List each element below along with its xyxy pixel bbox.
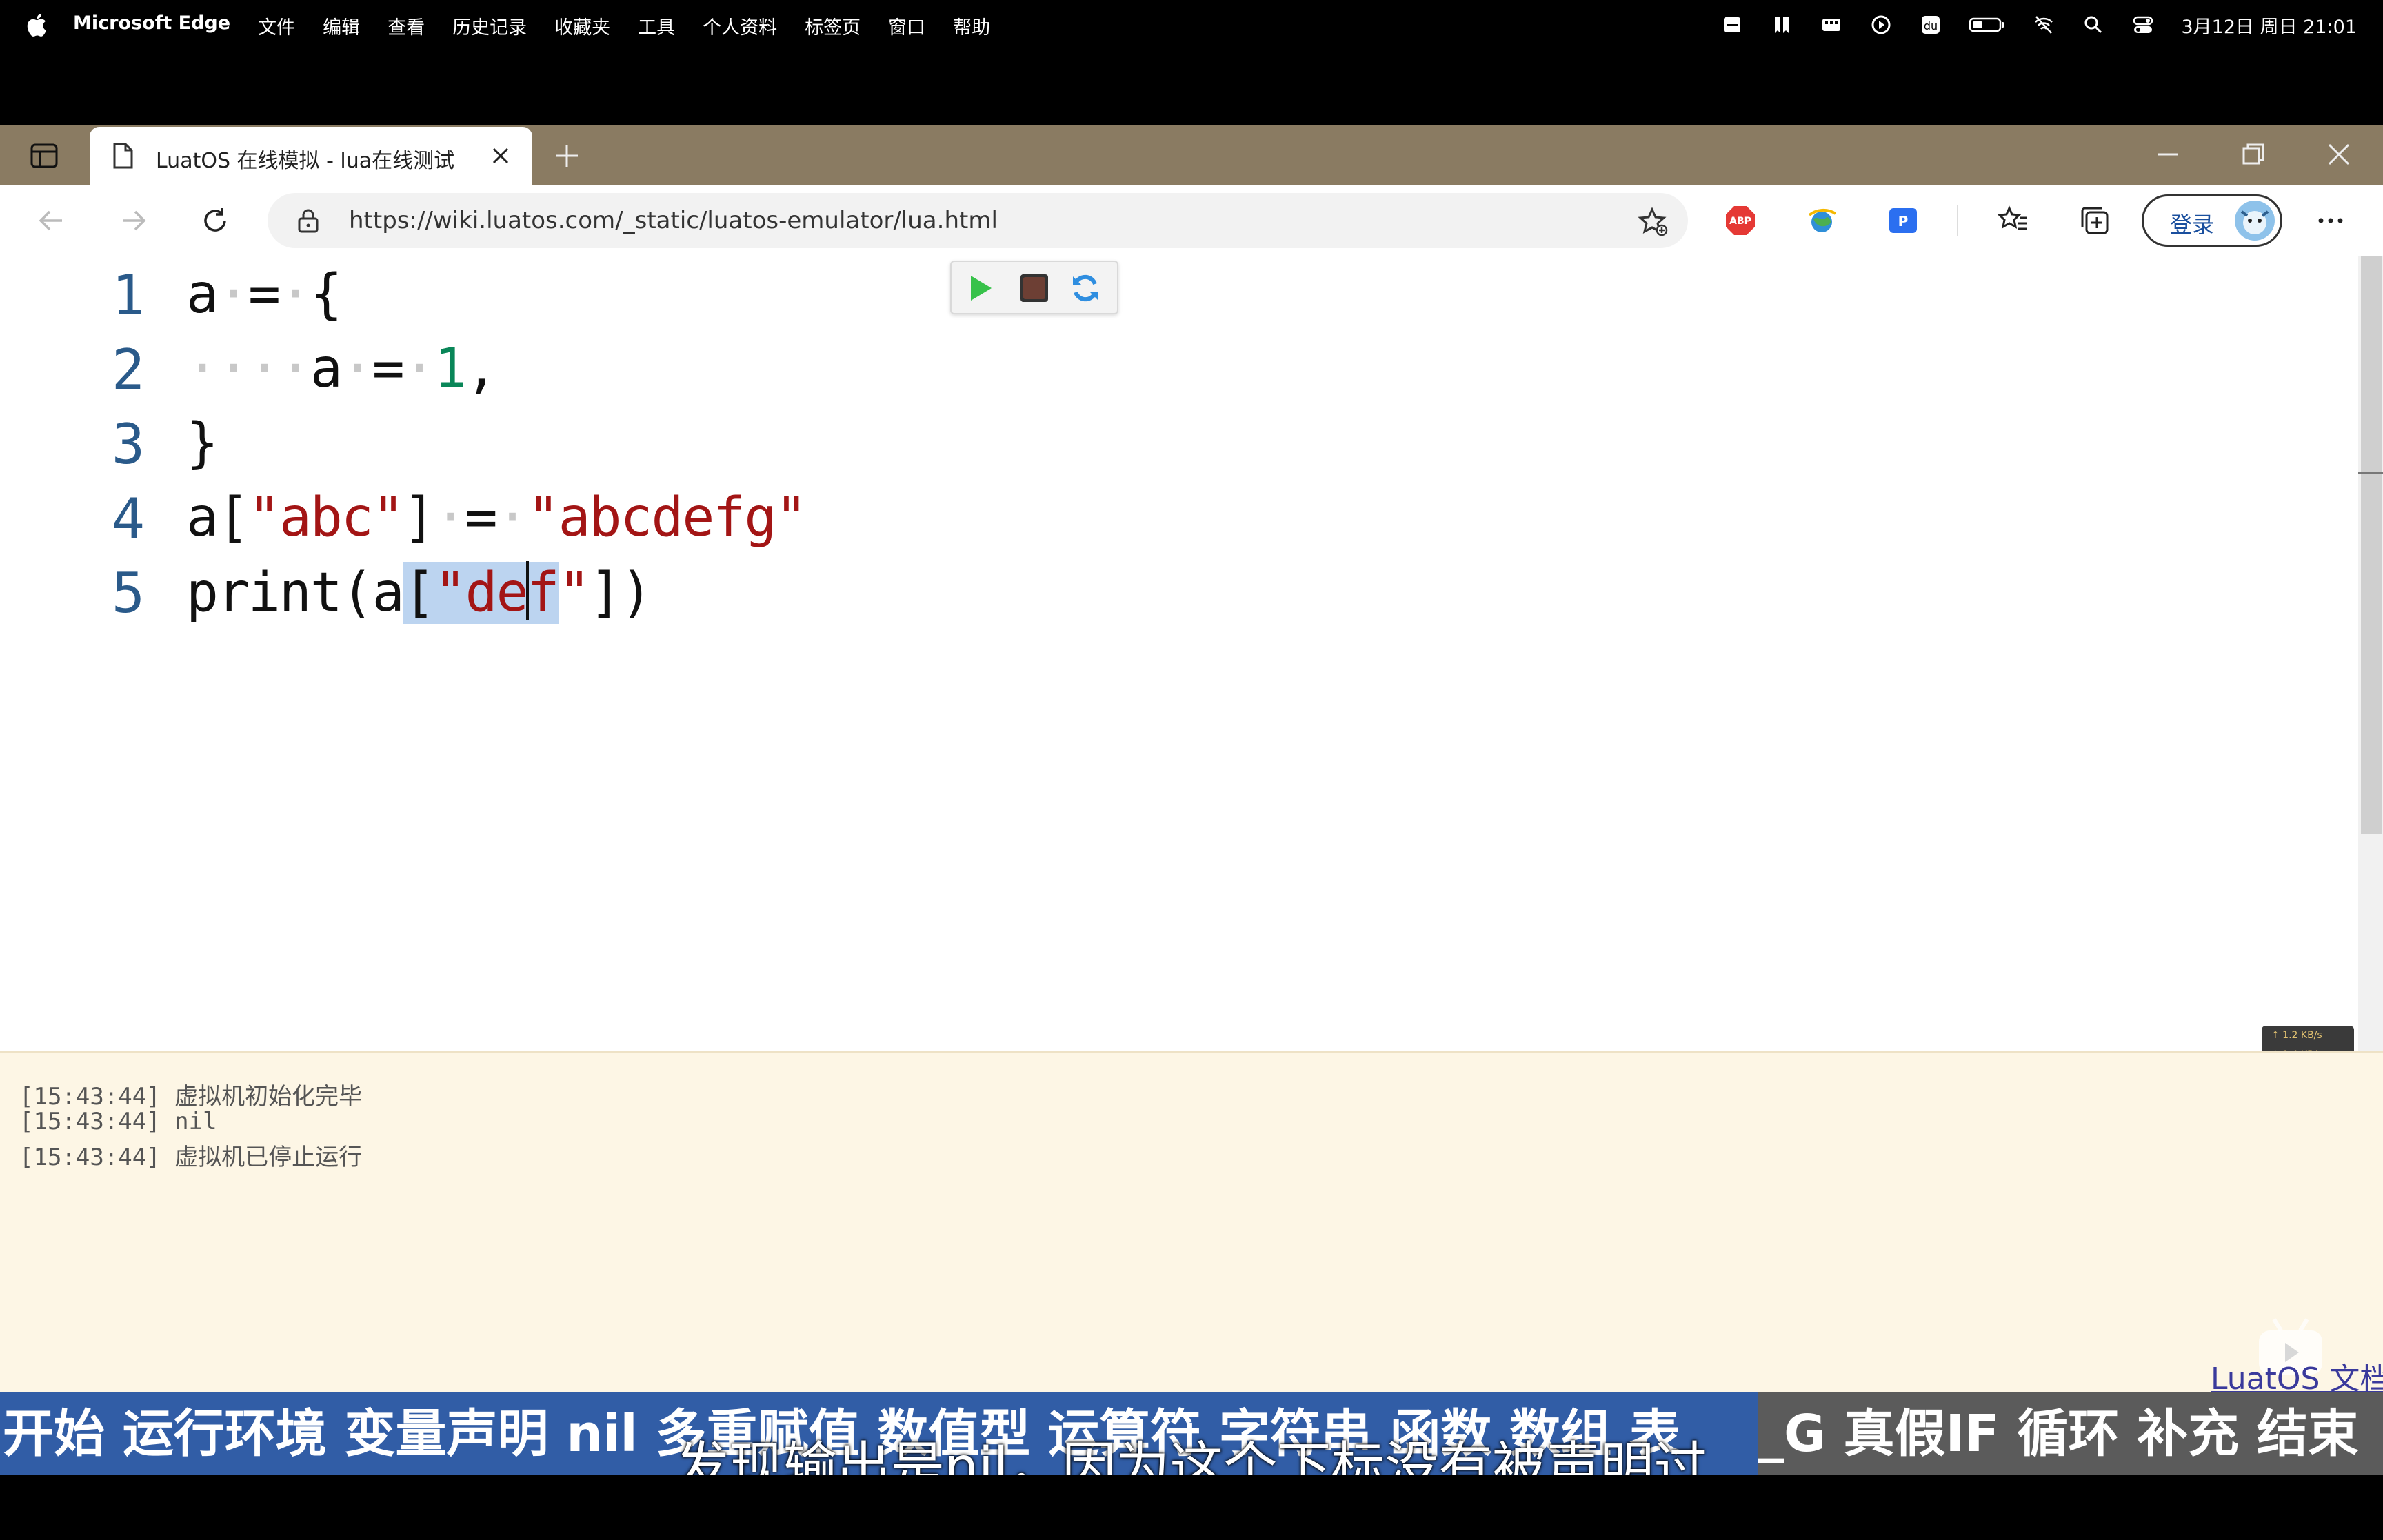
line-number: 1	[111, 263, 145, 327]
menu-tools[interactable]: 工具	[638, 12, 675, 39]
editor-scrollbar[interactable]	[2358, 256, 2383, 1051]
luatos-docs-link[interactable]: LuatOS 文档	[2211, 1354, 2383, 1398]
console-log-line: [15:43:44] 虚拟机已停止运行	[19, 1144, 363, 1171]
code-text[interactable]: a·=·{	[186, 263, 343, 325]
console-log-line: [15:43:44] nil	[19, 1108, 217, 1135]
close-tab-icon[interactable]	[488, 143, 513, 168]
macos-menu-bar: Microsoft Edge 文件 编辑 查看 历史记录 收藏夹 工具 个人资料…	[0, 0, 2383, 50]
upload-speed: ↑ 1.2 KB/s	[2271, 1030, 2322, 1041]
translate-extension-icon[interactable]: P	[1885, 203, 1921, 239]
new-tab-plus-icon[interactable]	[552, 141, 582, 171]
svg-text:ABP: ABP	[1729, 216, 1751, 227]
menu-profile[interactable]: 个人资料	[703, 12, 777, 39]
page-favicon-icon	[113, 143, 133, 169]
black-letterbox-top	[0, 50, 2383, 125]
signin-label: 登录	[2170, 212, 2215, 238]
menu-history[interactable]: 历史记录	[452, 12, 527, 39]
menu-favorites[interactable]: 收藏夹	[554, 12, 610, 39]
code-text[interactable]: ····a·=·1,	[186, 338, 498, 400]
menu-window[interactable]: 窗口	[888, 12, 925, 39]
code-line-3[interactable]: 3 }	[0, 409, 827, 484]
text-selection: ["def	[403, 561, 560, 624]
close-window-icon[interactable]	[2324, 139, 2354, 170]
console-log-line: [15:43:44] 虚拟机初始化完毕	[19, 1083, 363, 1111]
restart-icon[interactable]	[1067, 270, 1103, 306]
code-text[interactable]: }	[186, 412, 219, 474]
address-bar[interactable]: https://wiki.luatos.com/_static/luatos-e…	[268, 193, 1688, 248]
control-center-icon[interactable]	[2131, 13, 2155, 37]
scrollbar-marker	[2358, 472, 2383, 474]
media-play-icon[interactable]	[1869, 13, 1893, 37]
scrollbar-thumb[interactable]	[2361, 256, 2382, 834]
menu-app-name[interactable]: Microsoft Edge	[73, 12, 230, 39]
menu-bar-clock[interactable]: 3月12日 周日 21:01	[2181, 12, 2357, 39]
restore-window-icon[interactable]	[2238, 139, 2269, 170]
output-console: [15:43:44] 虚拟机初始化完毕 [15:43:44] nil [15:4…	[0, 1051, 2383, 1397]
earth-extension-icon[interactable]	[1804, 203, 1840, 239]
browser-tab-strip: LuatOS 在线模拟 - lua在线测试	[0, 125, 2383, 185]
code-editor[interactable]: 1 a·=·{ 2 ····a·=·1, 3 } 4 a["abc"]·=·"a…	[0, 256, 2358, 1071]
adblock-plus-icon[interactable]: ABP	[1722, 203, 1758, 239]
menu-help[interactable]: 帮助	[953, 12, 990, 39]
black-letterbox-bottom	[0, 1475, 2383, 1540]
tab-actions-menu-icon[interactable]	[29, 141, 59, 171]
profile-signin-button[interactable]: 登录	[2142, 194, 2282, 247]
add-favorite-star-icon[interactable]	[1637, 205, 1670, 239]
line-number: 3	[111, 412, 145, 476]
code-line-2[interactable]: 2 ····a·=·1,	[0, 335, 827, 409]
run-play-icon[interactable]	[963, 270, 998, 306]
battery-icon[interactable]	[1969, 13, 2006, 37]
apple-logo-icon[interactable]	[26, 12, 47, 37]
refresh-icon[interactable]	[197, 203, 233, 239]
browser-toolbar: https://wiki.luatos.com/_static/luatos-e…	[0, 185, 2383, 258]
menu-edit[interactable]: 编辑	[323, 12, 360, 39]
menu-tabs[interactable]: 标签页	[805, 12, 861, 39]
code-line-5[interactable]: 5 print(a["def"])	[0, 558, 827, 633]
stop-icon[interactable]	[1016, 270, 1052, 306]
toolbar-separator	[1957, 205, 1958, 236]
minimize-window-icon[interactable]	[2153, 139, 2183, 170]
line-number: 2	[111, 338, 145, 402]
tab-title: LuatOS 在线模拟 - lua在线测试	[156, 149, 455, 173]
back-arrow-icon[interactable]	[33, 203, 69, 239]
line-number: 4	[111, 487, 145, 551]
site-lock-icon[interactable]	[295, 207, 321, 234]
browser-tab-active[interactable]: LuatOS 在线模拟 - lua在线测试	[90, 127, 532, 185]
line-number: 5	[111, 561, 145, 625]
menu-file[interactable]: 文件	[258, 12, 295, 39]
stage-manager-icon[interactable]	[1720, 13, 1744, 37]
wifi-off-icon[interactable]	[2032, 13, 2055, 37]
code-text[interactable]: print(a["def"])	[186, 561, 652, 624]
run-controls-toolbar	[950, 261, 1118, 314]
profile-avatar-icon	[2235, 201, 2275, 241]
menu-extra-icon[interactable]	[1820, 13, 1843, 37]
url-text[interactable]: https://wiki.luatos.com/_static/luatos-e…	[349, 207, 998, 234]
svg-text:P: P	[1898, 213, 1909, 230]
spotlight-search-icon[interactable]	[2082, 13, 2105, 37]
svg-text:du: du	[1924, 19, 1938, 32]
favorites-icon[interactable]	[1995, 203, 2031, 239]
forward-arrow-icon[interactable]	[116, 203, 152, 239]
dictionary-app-icon[interactable]: du	[1919, 13, 1942, 37]
code-line-4[interactable]: 4 a["abc"]·=·"abcdefg"	[0, 484, 827, 558]
settings-more-icon[interactable]	[2313, 203, 2349, 239]
menu-view[interactable]: 查看	[388, 12, 425, 39]
code-line-1[interactable]: 1 a·=·{	[0, 261, 827, 335]
bookmark-app-icon[interactable]	[1770, 13, 1793, 37]
code-text[interactable]: a["abc"]·=·"abcdefg"	[186, 487, 807, 549]
collections-icon[interactable]	[2077, 203, 2113, 239]
